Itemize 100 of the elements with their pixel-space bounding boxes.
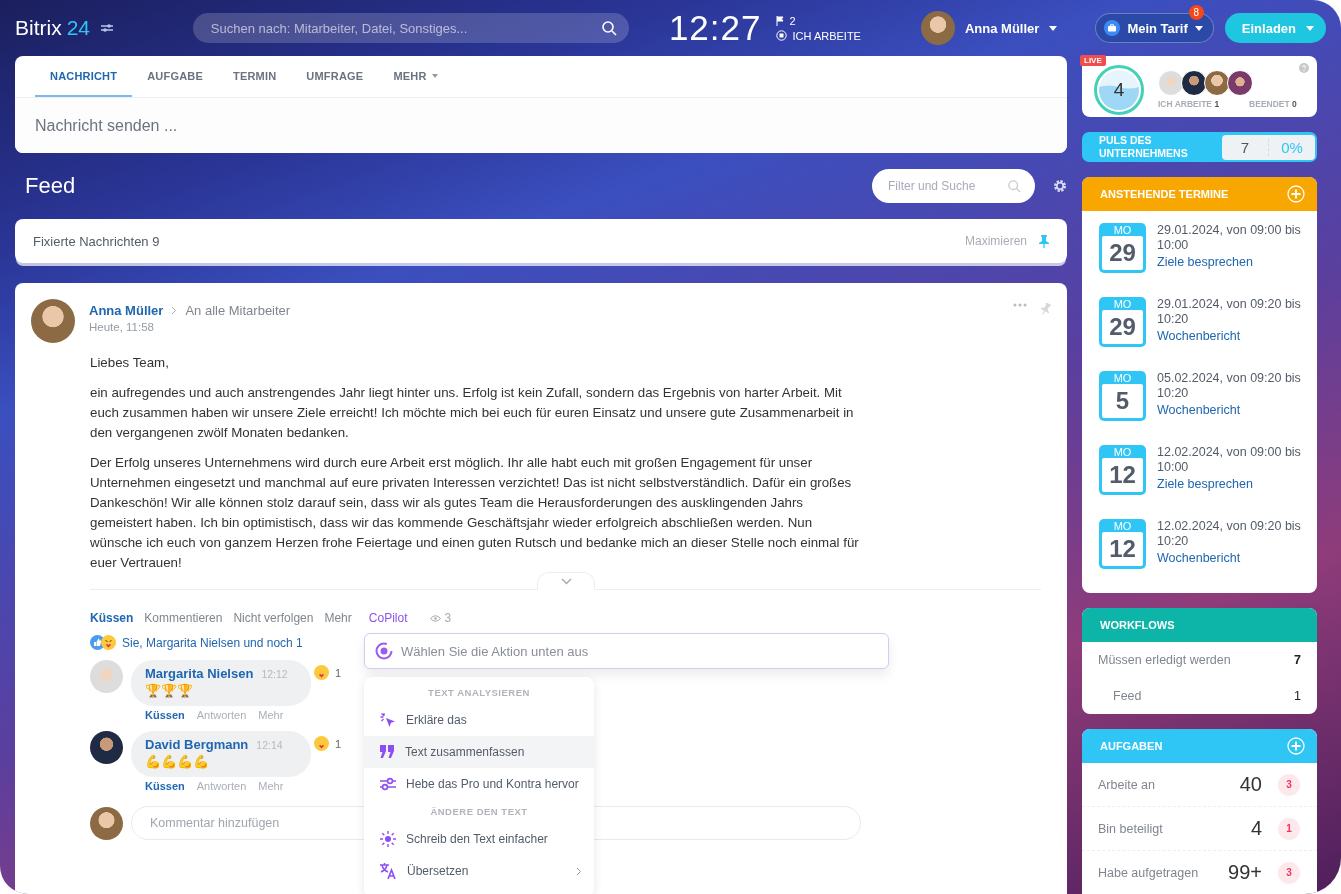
- event-time: 29.01.2024, von 09:00 bis 10:00: [1157, 223, 1302, 253]
- counter-badge: 3: [1278, 861, 1300, 884]
- search-icon[interactable]: [601, 20, 617, 36]
- comment-action-link[interactable]: Küssen: [145, 780, 185, 792]
- stop-icon[interactable]: [775, 30, 787, 41]
- caret-icon: [431, 73, 438, 78]
- task-count: 40: [1239, 773, 1262, 796]
- kiss-reaction-icon: [101, 635, 116, 650]
- event-time: 05.02.2024, von 09:20 bis 10:20: [1157, 371, 1302, 401]
- cursor-click-icon: [380, 712, 396, 728]
- menu-item[interactable]: Text zusammenfassen: [364, 736, 594, 768]
- event-link[interactable]: Wochenbericht: [1157, 329, 1317, 343]
- event-link[interactable]: Wochenbericht: [1157, 551, 1317, 565]
- copilot-icon: [375, 642, 393, 660]
- task-category-link[interactable]: Habe aufgetragen: [1098, 865, 1229, 880]
- eye-icon: [430, 614, 442, 622]
- pulse-percent: 0%: [1280, 138, 1304, 156]
- event-link[interactable]: Ziele besprechen: [1157, 255, 1317, 269]
- post-action-link[interactable]: Mehr: [324, 611, 352, 625]
- post-paragraph: Liebes Team,: [90, 354, 170, 372]
- user-avatar[interactable]: [920, 11, 955, 45]
- event-time: 12.02.2024, von 09:00 bis 10:00: [1157, 445, 1302, 475]
- counter-badge: 1: [1278, 817, 1300, 840]
- comment-action-link[interactable]: Küssen: [145, 709, 185, 721]
- quote-icon: [380, 745, 395, 759]
- workflow-row[interactable]: Müssen erledigt werden 7: [1082, 642, 1317, 678]
- sliders-icon: [380, 777, 396, 791]
- search-input[interactable]: Suchen nach: Mitarbeiter, Datei, Sonstiges...: [208, 19, 602, 37]
- task-count: 99+: [1228, 861, 1262, 884]
- user-name[interactable]: Anna Müller: [964, 20, 1040, 36]
- task-count: 4: [1250, 817, 1262, 840]
- colleague-avatar[interactable]: [1181, 70, 1207, 96]
- commenter-avatar[interactable]: [90, 731, 123, 764]
- commenter-name[interactable]: David Bergmann: [145, 737, 249, 752]
- post-action-link[interactable]: Kommentieren: [144, 611, 223, 625]
- menu-item[interactable]: Übersetzen: [364, 855, 594, 887]
- post-paragraph: ein aufregendes und auch anstrengendes Jahr liegt hinter uns. Erfolg ist kein Zufall, sondern das Ergebnis von harter Arbeit. Mit euch zusammen haben wir unsere Ziele erreicht! Ich möchte mich bei euch für euren Einsatz und unsere gute Zusammenarbeit in den vergangenen zwölf Monaten bedanken.: [90, 384, 855, 442]
- composer-tab[interactable]: MEHR: [378, 56, 453, 97]
- reactions-link[interactable]: Sie, Margarita Nielsen und noch 1: [122, 635, 303, 650]
- flag-count: 2: [789, 14, 796, 27]
- menu-section-title: TEXT ANALYSIEREN: [428, 687, 530, 698]
- working-label: ICH ARBEITE: [1158, 99, 1212, 109]
- reaction-count: 1: [334, 666, 341, 679]
- event-link[interactable]: Wochenbericht: [1157, 403, 1317, 417]
- caret-icon: [1194, 25, 1203, 31]
- flag-icon: [775, 15, 784, 26]
- workflow-row[interactable]: Feed 1: [1082, 678, 1317, 714]
- post-time: Heute, 11:58: [89, 321, 155, 333]
- calendar-date-icon: MO 5: [1099, 371, 1146, 421]
- commenter-name[interactable]: Margarita Nielsen: [145, 666, 254, 681]
- clock: 12:27: [668, 8, 762, 48]
- counter-badge: 3: [1278, 773, 1300, 796]
- pinned-label: Fixierte Nachrichten 9: [33, 233, 161, 249]
- kiss-reaction-icon: [313, 665, 329, 680]
- post-paragraph: Der Erfolg unseres Unternehmens wird durch eure Arbeit erst möglich. Ihr alle habt euch mit großen Engagement für unser Unternehmen eingesetzt und manchmal auf eure privaten Interessen verzichtet! Das ist nicht selbstverständlich. Dafür ein großes Dankeschön! Wir alle können stolz darauf sein, dass wir als gutes Team die Herausforderungen des ausklingenden Jahrs gemeistert haben. Ich bin optimistisch, dass wir das kommende Geschäftsjahr wieder erfolgreich abschließen werden. Nun wünsche ich euch von ganzem Herzen frohe Feiertage und einen guten Rutsch und bedanke mich an dieser Stelle noch einmal für euer Vertrauen!: [90, 454, 860, 572]
- chevron-right-icon: [576, 866, 582, 876]
- finished-label: BEENDET: [1249, 99, 1290, 109]
- post-action-link[interactable]: Nicht verfolgen: [233, 611, 314, 625]
- pulse-title: PULS DES UNTERNEHMENS: [1099, 134, 1189, 160]
- comment-text: 🏆🏆🏆: [145, 683, 194, 698]
- sliders-icon[interactable]: [101, 23, 114, 33]
- composer-tab[interactable]: TERMIN: [218, 56, 292, 97]
- company-pulse-bar[interactable]: PULS DES UNTERNEHMENS 7 0%: [1082, 132, 1317, 162]
- recipient[interactable]: An alle Mitarbeiter: [185, 303, 291, 318]
- chevron-down-icon: [560, 578, 572, 585]
- author-avatar[interactable]: [31, 299, 75, 343]
- briefcase-icon: [1104, 20, 1121, 36]
- settings-icon[interactable]: [1053, 179, 1067, 193]
- calendar-date-icon: MO 12: [1099, 519, 1146, 569]
- menu-item[interactable]: Erkläre das: [364, 704, 594, 736]
- author-name[interactable]: Anna Müller: [89, 303, 164, 318]
- calendar-date-icon: MO 29: [1099, 297, 1146, 347]
- work-status[interactable]: ICH ARBEITE: [792, 29, 861, 42]
- task-category-link[interactable]: Bin beteiligt: [1098, 821, 1251, 836]
- composer-tab[interactable]: AUFGABE: [132, 56, 218, 97]
- chevron-right-icon: [171, 306, 178, 315]
- menu-section-title: ÄNDERE DEN TEXT: [430, 806, 528, 817]
- calendar-date-icon: MO 12: [1099, 445, 1146, 495]
- filter-search-field[interactable]: Filter und Suche: [872, 169, 1035, 203]
- post-action-link[interactable]: CoPilot: [368, 611, 408, 625]
- user-avatar: [90, 806, 123, 840]
- kiss-reaction-icon: [313, 736, 329, 751]
- copilot-command-field[interactable]: Wählen Sie die Aktion unten aus: [364, 633, 889, 669]
- gauge-count: 4: [1113, 78, 1125, 101]
- menu-item[interactable]: Hebe das Pro und Kontra hervor: [364, 768, 594, 800]
- search-icon: [1008, 179, 1021, 193]
- task-category-link[interactable]: Arbeite an: [1098, 777, 1240, 792]
- message-input[interactable]: Nachricht senden ...: [15, 116, 955, 135]
- search-field[interactable]: Suchen nach: Mitarbeiter, Datei, Sonstiges...: [192, 13, 629, 43]
- comment-text: 💪💪💪💪: [145, 754, 210, 769]
- caret-icon[interactable]: [1049, 25, 1058, 31]
- event-link[interactable]: Ziele besprechen: [1157, 477, 1317, 491]
- caret-icon: [1306, 25, 1314, 31]
- colleague-avatar[interactable]: [1227, 70, 1253, 96]
- post-action-link[interactable]: Küssen: [90, 611, 134, 625]
- logo-number: 24: [66, 16, 91, 40]
- widget-title: ANSTEHENDE TERMINE: [1100, 188, 1229, 200]
- translate-icon: [380, 863, 397, 879]
- composer-tab[interactable]: UMFRAGE: [291, 56, 379, 97]
- view-count: 3: [444, 611, 452, 625]
